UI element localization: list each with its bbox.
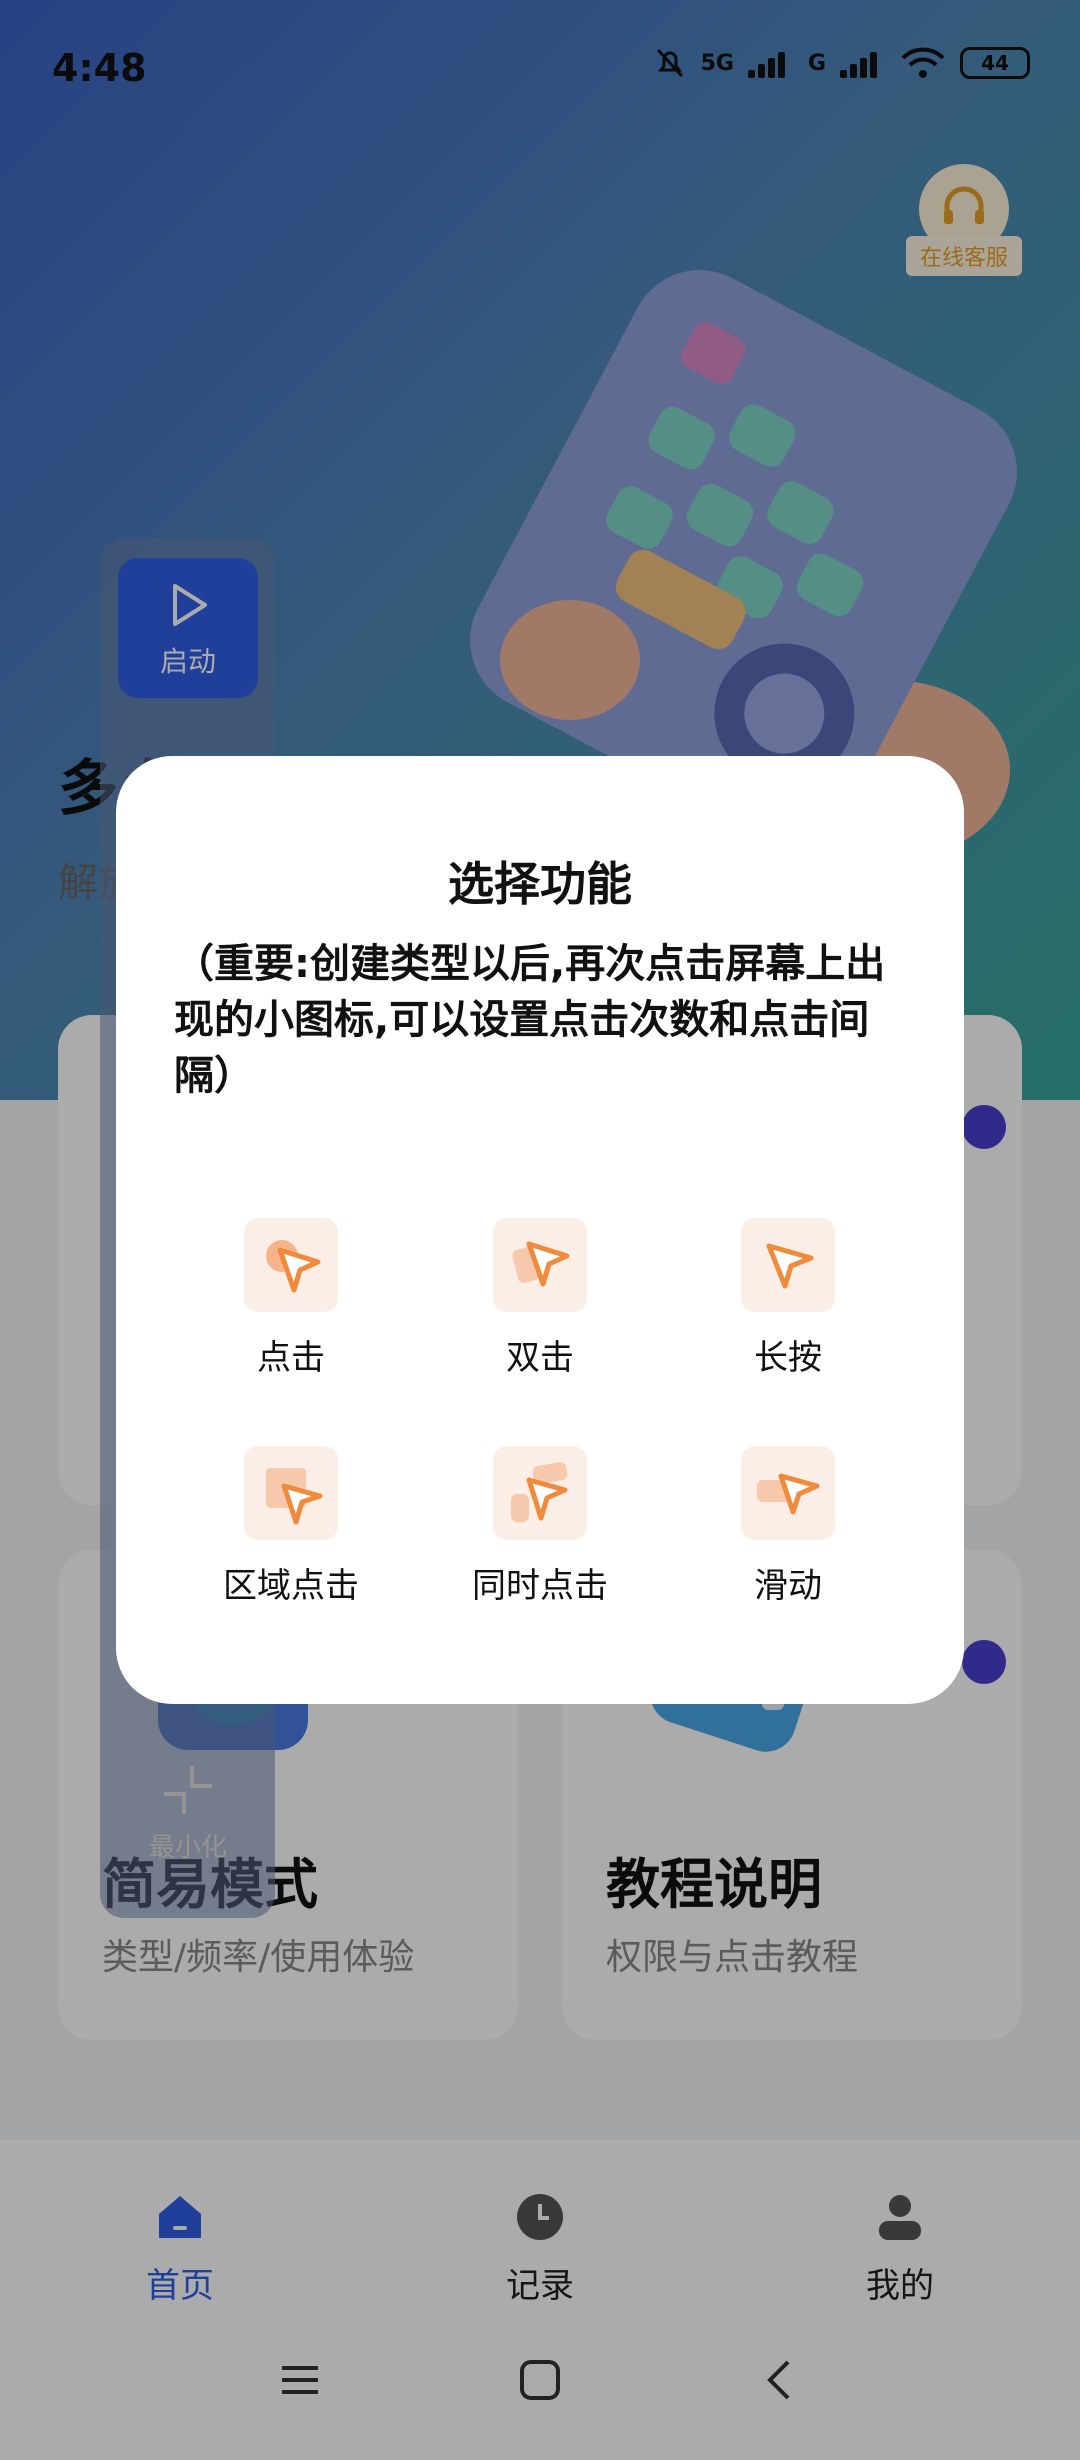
option-double-tap[interactable]: 双击: [440, 1218, 640, 1379]
simultaneous-tap-icon: [493, 1446, 587, 1540]
swipe-icon: [741, 1446, 835, 1540]
option-area-tap-label: 区域点击: [223, 1566, 359, 1606]
option-swipe-label: 滑动: [754, 1566, 822, 1606]
long-press-icon: [741, 1218, 835, 1312]
option-long-press-label: 长按: [754, 1338, 822, 1378]
option-area-tap[interactable]: 区域点击: [191, 1446, 391, 1607]
option-simultaneous-tap[interactable]: 同时点击: [440, 1446, 640, 1607]
option-swipe[interactable]: 滑动: [688, 1446, 888, 1607]
area-tap-icon: [244, 1446, 338, 1540]
option-long-press[interactable]: 长按: [688, 1218, 888, 1379]
double-tap-icon: [493, 1218, 587, 1312]
option-tap-label: 点击: [257, 1338, 325, 1378]
option-simultaneous-tap-label: 同时点击: [472, 1566, 608, 1606]
select-function-dialog: 选择功能 （重要:创建类型以后,再次点击屏幕上出现的小图标,可以设置点击次数和点…: [116, 756, 964, 1704]
option-double-tap-label: 双击: [506, 1338, 574, 1378]
dialog-title: 选择功能: [448, 857, 632, 911]
dialog-note: （重要:创建类型以后,再次点击屏幕上出现的小图标,可以设置点击次数和点击间隔）: [174, 941, 886, 1099]
option-tap[interactable]: 点击: [191, 1218, 391, 1379]
tap-icon: [244, 1218, 338, 1312]
